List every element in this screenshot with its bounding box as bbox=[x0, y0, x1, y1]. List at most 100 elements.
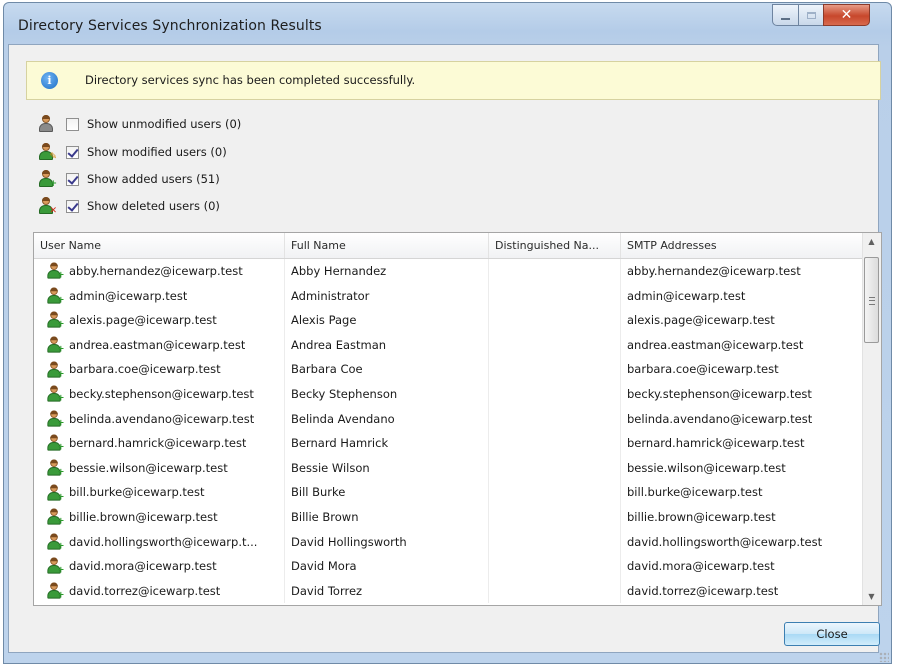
maximize-icon bbox=[806, 11, 816, 19]
user-name-cell: + bernard.hamrick@icewarp.test bbox=[34, 431, 285, 456]
distinguished-name-cell bbox=[489, 381, 621, 407]
user-name: admin@icewarp.test bbox=[69, 288, 188, 303]
modified-users-checkbox[interactable] bbox=[66, 145, 79, 159]
resize-grip-icon[interactable] bbox=[879, 652, 889, 662]
maximize-button[interactable] bbox=[798, 4, 824, 26]
added-users-checkbox[interactable] bbox=[66, 172, 79, 186]
table-row[interactable]: + bernard.hamrick@icewarp.test Bernard H… bbox=[34, 431, 864, 456]
vertical-scrollbar[interactable]: ▲ ▼ bbox=[862, 233, 881, 605]
list-header: User Name Full Name Distinguished Na... … bbox=[34, 233, 864, 259]
user-added-icon: + bbox=[46, 385, 64, 403]
user-name: david.mora@icewarp.test bbox=[69, 559, 217, 574]
user-name: bernard.hamrick@icewarp.test bbox=[69, 436, 247, 451]
column-header-full-name[interactable]: Full Name bbox=[285, 233, 489, 258]
table-row[interactable]: + bill.burke@icewarp.test Bill Burke bil… bbox=[34, 480, 864, 505]
table-row[interactable]: + bessie.wilson@icewarp.test Bessie Wils… bbox=[34, 455, 864, 481]
distinguished-name-cell bbox=[489, 283, 621, 309]
user-name-cell: + alexis.page@icewarp.test bbox=[34, 308, 285, 333]
user-gray-icon bbox=[38, 115, 54, 133]
full-name-cell: David Hollingsworth bbox=[285, 529, 489, 555]
smtp-address-cell: billie.brown@icewarp.test bbox=[621, 504, 864, 530]
smtp-address-cell: belinda.avendano@icewarp.test bbox=[621, 406, 864, 432]
window-close-button[interactable]: ✕ bbox=[823, 4, 870, 26]
filter-added-users: + Show added users (51) bbox=[38, 168, 220, 190]
unmodified-users-label[interactable]: Show unmodified users (0) bbox=[87, 117, 241, 131]
column-header-distinguished-name[interactable]: Distinguished Na... bbox=[489, 233, 621, 258]
user-name: belinda.avendano@icewarp.test bbox=[69, 411, 255, 426]
column-header-user-name[interactable]: User Name bbox=[34, 233, 285, 258]
user-added-icon: + bbox=[46, 484, 64, 502]
table-row[interactable]: + alexis.page@icewarp.test Alexis Page a… bbox=[34, 308, 864, 333]
full-name-cell: Becky Stephenson bbox=[285, 381, 489, 407]
table-row[interactable]: + david.torrez@icewarp.test David Torrez… bbox=[34, 578, 864, 604]
user-added-icon: + bbox=[46, 311, 64, 330]
user-added-icon: + bbox=[46, 434, 64, 452]
user-name-cell: + belinda.avendano@icewarp.test bbox=[34, 406, 285, 432]
user-name-cell: + admin@icewarp.test bbox=[34, 283, 285, 309]
user-added-icon: + bbox=[46, 336, 64, 354]
user-name: alexis.page@icewarp.test bbox=[69, 313, 217, 328]
smtp-address-cell: abby.hernandez@icewarp.test bbox=[621, 259, 864, 284]
full-name-cell: David Mora bbox=[285, 554, 489, 579]
table-row[interactable]: + andrea.eastman@icewarp.test Andrea Eas… bbox=[34, 332, 864, 358]
full-name-cell: Bessie Wilson bbox=[285, 455, 489, 481]
user-name-cell: + andrea.eastman@icewarp.test bbox=[34, 332, 285, 358]
smtp-address-cell: david.hollingsworth@icewarp.test bbox=[621, 529, 864, 555]
distinguished-name-cell bbox=[489, 529, 621, 555]
unmodified-users-checkbox[interactable] bbox=[66, 117, 79, 131]
full-name-cell: Barbara Coe bbox=[285, 357, 489, 382]
full-name-cell: David Torrez bbox=[285, 578, 489, 604]
users-list-view[interactable]: User Name Full Name Distinguished Na... … bbox=[33, 232, 882, 606]
user-name: bill.burke@icewarp.test bbox=[69, 485, 205, 500]
user-name-cell: + bessie.wilson@icewarp.test bbox=[34, 455, 285, 481]
user-added-icon: + bbox=[46, 533, 64, 551]
distinguished-name-cell bbox=[489, 357, 621, 382]
table-row[interactable]: + david.hollingsworth@icewarp.t... David… bbox=[34, 529, 864, 555]
full-name-cell: Billie Brown bbox=[285, 504, 489, 530]
user-added-icon: + bbox=[46, 508, 64, 526]
scrollbar-thumb[interactable] bbox=[864, 257, 879, 343]
table-row[interactable]: + david.mora@icewarp.test David Mora dav… bbox=[34, 554, 864, 579]
table-row[interactable]: + belinda.avendano@icewarp.test Belinda … bbox=[34, 406, 864, 432]
full-name-cell: Alexis Page bbox=[285, 308, 489, 333]
user-name: becky.stephenson@icewarp.test bbox=[69, 386, 254, 401]
filter-deleted-users: ✕ Show deleted users (0) bbox=[38, 195, 220, 217]
user-name-cell: + david.torrez@icewarp.test bbox=[34, 578, 285, 604]
smtp-address-cell: bill.burke@icewarp.test bbox=[621, 480, 864, 505]
smtp-address-cell: david.torrez@icewarp.test bbox=[621, 578, 864, 604]
user-name-cell: + barbara.coe@icewarp.test bbox=[34, 357, 285, 382]
smtp-address-cell: andrea.eastman@icewarp.test bbox=[621, 332, 864, 358]
user-added-icon: + bbox=[46, 410, 64, 428]
close-button[interactable]: Close bbox=[784, 622, 880, 646]
table-row[interactable]: + barbara.coe@icewarp.test Barbara Coe b… bbox=[34, 357, 864, 382]
smtp-address-cell: david.mora@icewarp.test bbox=[621, 554, 864, 579]
filter-modified-users: ✎ Show modified users (0) bbox=[38, 141, 227, 163]
distinguished-name-cell bbox=[489, 431, 621, 456]
user-name: barbara.coe@icewarp.test bbox=[69, 362, 221, 377]
column-header-smtp-addresses[interactable]: SMTP Addresses bbox=[621, 233, 864, 258]
title-bar[interactable]: Directory Services Synchronization Resul… bbox=[4, 3, 891, 47]
table-row[interactable]: + becky.stephenson@icewarp.test Becky St… bbox=[34, 381, 864, 407]
modified-users-label[interactable]: Show modified users (0) bbox=[87, 145, 227, 159]
distinguished-name-cell bbox=[489, 455, 621, 481]
added-users-label[interactable]: Show added users (51) bbox=[87, 172, 220, 186]
user-added-icon: + bbox=[46, 557, 64, 575]
distinguished-name-cell bbox=[489, 308, 621, 333]
user-name-cell: + bill.burke@icewarp.test bbox=[34, 480, 285, 505]
deleted-users-label[interactable]: Show deleted users (0) bbox=[87, 199, 220, 213]
table-row[interactable]: + admin@icewarp.test Administrator admin… bbox=[34, 283, 864, 309]
deleted-users-checkbox[interactable] bbox=[66, 199, 79, 213]
minimize-button[interactable] bbox=[772, 4, 799, 26]
distinguished-name-cell bbox=[489, 259, 621, 284]
status-message: Directory services sync has been complet… bbox=[85, 73, 416, 87]
user-name-cell: + billie.brown@icewarp.test bbox=[34, 504, 285, 530]
table-row[interactable]: + billie.brown@icewarp.test Billie Brown… bbox=[34, 504, 864, 530]
full-name-cell: Belinda Avendano bbox=[285, 406, 489, 432]
scroll-down-arrow-icon[interactable]: ▼ bbox=[863, 588, 880, 605]
scroll-up-arrow-icon[interactable]: ▲ bbox=[863, 233, 880, 250]
distinguished-name-cell bbox=[489, 578, 621, 604]
minimize-icon bbox=[781, 18, 790, 20]
window-title: Directory Services Synchronization Resul… bbox=[18, 18, 322, 34]
smtp-address-cell: bessie.wilson@icewarp.test bbox=[621, 455, 864, 481]
table-row[interactable]: + abby.hernandez@icewarp.test Abby Herna… bbox=[34, 259, 864, 284]
